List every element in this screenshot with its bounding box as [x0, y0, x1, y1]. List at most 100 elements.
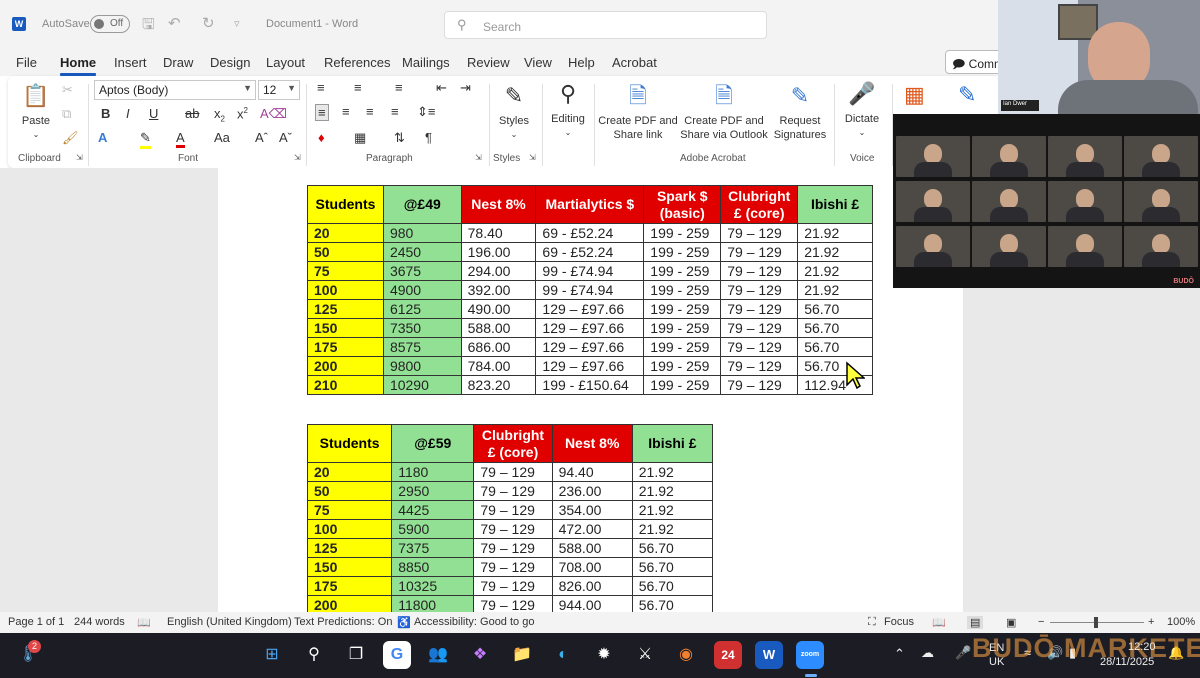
table-cell[interactable]: 3675: [382, 261, 462, 281]
change-case-icon[interactable]: Aa: [214, 130, 230, 145]
table-cell[interactable]: 21.92: [797, 223, 873, 243]
table-cell[interactable]: 56.70: [797, 318, 873, 338]
superscript-icon[interactable]: x2: [237, 106, 248, 121]
table-cell[interactable]: 129 – £97.66: [535, 356, 645, 376]
table-cell[interactable]: 79 – 129: [720, 242, 799, 262]
save-icon[interactable]: 🖫: [142, 14, 155, 39]
format-painter-icon[interactable]: 🖌: [62, 130, 79, 146]
language-status[interactable]: English (United Kingdom): [167, 616, 292, 628]
table-cell[interactable]: 199 - 259: [643, 356, 722, 376]
table-cell[interactable]: 21.92: [797, 261, 873, 281]
editor-icon[interactable]: ✎: [958, 82, 976, 108]
table-cell[interactable]: 200: [307, 356, 384, 376]
table-cell[interactable]: 21.92: [631, 500, 714, 520]
table-cell[interactable]: 94.40: [551, 462, 633, 482]
table-cell[interactable]: 79 – 129: [720, 318, 799, 338]
grow-font-icon[interactable]: Aˆ: [255, 130, 268, 145]
clear-formatting-icon[interactable]: A⌫: [260, 106, 287, 122]
editing-button[interactable]: ⚲ Editing ⌄: [546, 80, 590, 140]
highlight-icon[interactable]: ✎: [140, 130, 151, 149]
styles-launcher-icon[interactable]: ⇲: [529, 153, 536, 162]
table-cell[interactable]: 7375: [391, 538, 475, 558]
dictate-button[interactable]: 🎤 Dictate ⌄: [840, 80, 884, 140]
app-icon[interactable]: ⚔: [631, 641, 659, 669]
tab-home[interactable]: Home: [60, 55, 96, 70]
table-cell[interactable]: 6125: [382, 299, 462, 319]
notifications-bell-icon[interactable]: 🔔: [1168, 645, 1184, 661]
tab-insert[interactable]: Insert: [114, 55, 147, 70]
table-cell[interactable]: 588.00: [551, 538, 633, 558]
table-cell[interactable]: 20: [307, 223, 384, 243]
table-cell[interactable]: 1180: [391, 462, 475, 482]
table-cell[interactable]: 69 - £52.24: [535, 242, 645, 262]
table-cell[interactable]: 8850: [391, 557, 475, 577]
table-cell[interactable]: 10290: [382, 375, 462, 395]
table-cell[interactable]: 129 – £97.66: [535, 318, 645, 338]
font-size-combo[interactable]: 12 ▼: [258, 80, 300, 100]
table-cell[interactable]: 75: [306, 500, 393, 520]
word-count[interactable]: 244 words: [74, 616, 125, 628]
table-cell[interactable]: 56.70: [797, 337, 873, 357]
teams-icon[interactable]: 👥: [424, 641, 452, 669]
table-cell[interactable]: 199 - £150.64: [535, 375, 645, 395]
calendar-app-icon[interactable]: 24: [714, 641, 742, 669]
table-cell[interactable]: 79 – 129: [473, 576, 553, 596]
table-cell[interactable]: 21.92: [631, 481, 714, 501]
table-cell[interactable]: 21.92: [631, 519, 714, 539]
table-cell[interactable]: 50: [307, 242, 384, 262]
table-cell[interactable]: 79 – 129: [473, 462, 553, 482]
comments-button[interactable]: 🗩 Comm: [945, 50, 1005, 74]
page-count[interactable]: Page 1 of 1: [8, 616, 64, 628]
table-cell[interactable]: 79 – 129: [473, 538, 553, 558]
table-cell[interactable]: 196.00: [460, 242, 537, 262]
table-cell[interactable]: 9800: [382, 356, 462, 376]
table-cell[interactable]: 199 - 259: [643, 318, 722, 338]
table-cell[interactable]: 129 – £97.66: [535, 337, 645, 357]
clipboard-launcher-icon[interactable]: ⇲: [76, 153, 83, 162]
italic-icon[interactable]: I: [126, 106, 130, 121]
chevron-up-icon[interactable]: ⌃: [894, 646, 905, 662]
chrome-icon[interactable]: G: [383, 641, 411, 669]
table-cell[interactable]: 708.00: [551, 557, 633, 577]
numbering-icon[interactable]: ≡: [354, 80, 362, 95]
table-cell[interactable]: 392.00: [460, 280, 537, 300]
search-icon[interactable]: ⚲: [300, 641, 328, 669]
firefox-icon[interactable]: ◉: [672, 641, 700, 669]
table-cell[interactable]: 199 - 259: [643, 223, 722, 243]
customize-toolbar-icon[interactable]: ▿: [234, 17, 240, 30]
table-cell[interactable]: 100: [306, 519, 393, 539]
tab-view[interactable]: View: [524, 55, 552, 70]
tab-references[interactable]: References: [324, 55, 390, 70]
focus-button[interactable]: Focus: [884, 616, 914, 628]
table-cell[interactable]: 150: [307, 318, 384, 338]
table-cell[interactable]: 199 - 259: [643, 280, 722, 300]
zoom-out-icon[interactable]: −: [1038, 616, 1044, 628]
align-right-icon[interactable]: ≡: [366, 104, 374, 119]
table-cell[interactable]: 79 – 129: [720, 356, 799, 376]
table-cell[interactable]: 79 – 129: [720, 375, 799, 395]
clock-date[interactable]: 28/11/2025: [1100, 656, 1154, 668]
search-box[interactable]: ⚲ Search: [444, 11, 767, 39]
chatgpt-icon[interactable]: ✹: [590, 641, 618, 669]
table-cell[interactable]: 129 – £97.66: [535, 299, 645, 319]
redo-icon[interactable]: ↻: [202, 14, 215, 32]
text-effects-icon[interactable]: A: [98, 130, 107, 145]
table-cell[interactable]: 4900: [382, 280, 462, 300]
font-color-icon[interactable]: A: [176, 130, 185, 148]
font-name-combo[interactable]: Aptos (Body) ▼: [94, 80, 256, 100]
table-cell[interactable]: 56.70: [631, 557, 714, 577]
table-cell[interactable]: 79 – 129: [720, 223, 799, 243]
tab-review[interactable]: Review: [467, 55, 510, 70]
table-cell[interactable]: 125: [306, 538, 393, 558]
tab-mailings[interactable]: Mailings: [402, 55, 450, 70]
word-taskbar-icon[interactable]: W: [755, 641, 783, 669]
table-cell[interactable]: 4425: [391, 500, 475, 520]
zoom-in-icon[interactable]: +: [1148, 616, 1154, 628]
table-cell[interactable]: 99 - £74.94: [535, 280, 645, 300]
underline-icon[interactable]: U: [149, 106, 158, 121]
task-view-icon[interactable]: ❐: [342, 641, 370, 669]
table-cell[interactable]: 199 - 259: [643, 299, 722, 319]
onedrive-icon[interactable]: ☁: [921, 645, 934, 661]
tab-file[interactable]: File: [16, 55, 37, 70]
print-layout-icon[interactable]: ▤: [967, 616, 984, 629]
